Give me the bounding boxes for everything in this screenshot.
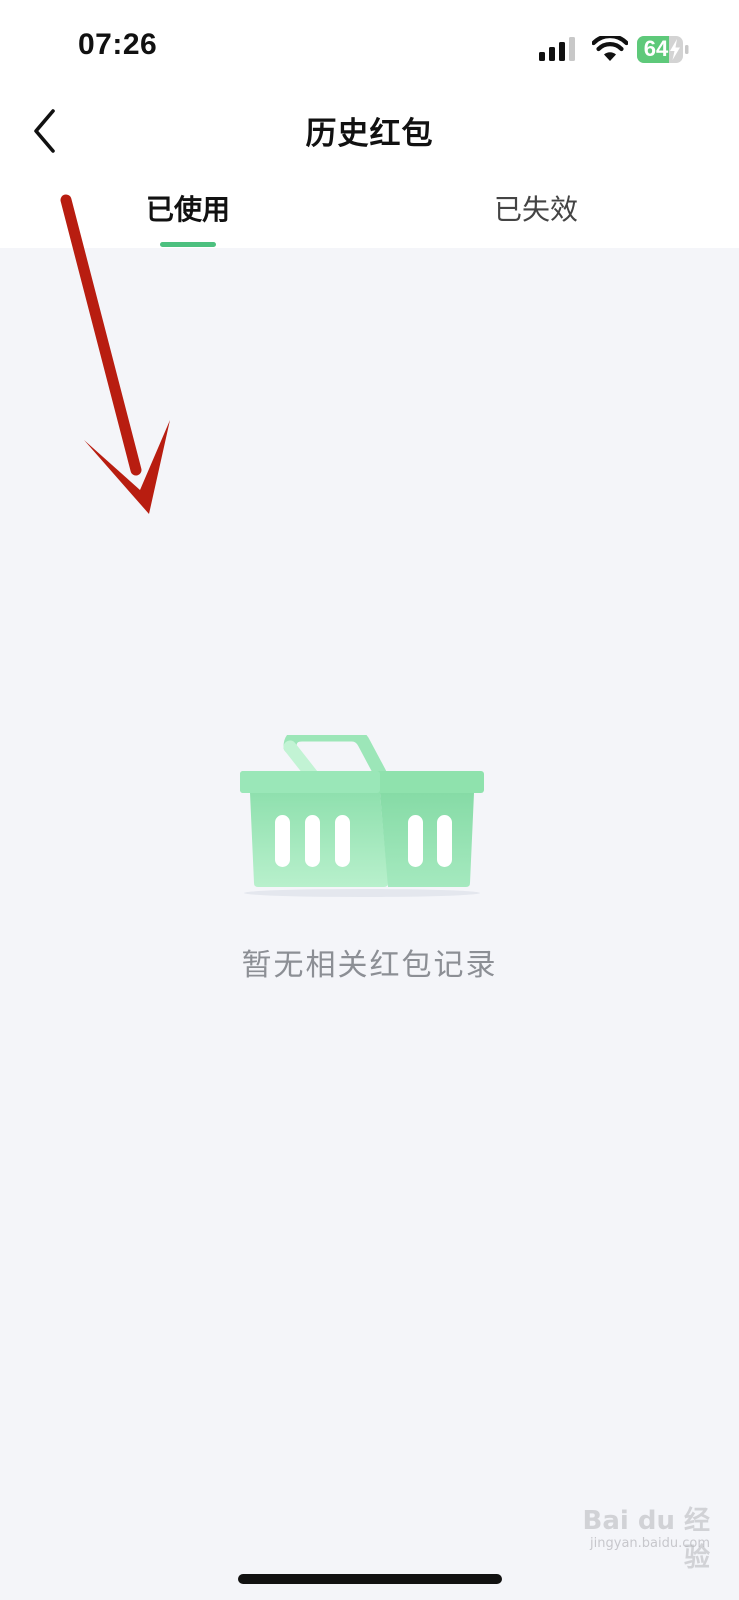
signal-icon xyxy=(539,37,575,61)
tab-expired[interactable]: 已失效 xyxy=(456,190,616,230)
empty-state-message: 暂无相关红包记录 xyxy=(241,948,498,983)
annotation-arrow-icon xyxy=(60,194,170,514)
home-indicator[interactable] xyxy=(238,1574,502,1584)
watermark-url: jingyan.baidu.com xyxy=(590,1536,710,1551)
wifi-icon xyxy=(592,36,628,61)
basket-icon xyxy=(240,735,484,897)
status-time: 07:26 xyxy=(78,28,158,61)
battery-level: 64 xyxy=(643,36,669,61)
page-title: 历史红包 xyxy=(305,116,434,152)
